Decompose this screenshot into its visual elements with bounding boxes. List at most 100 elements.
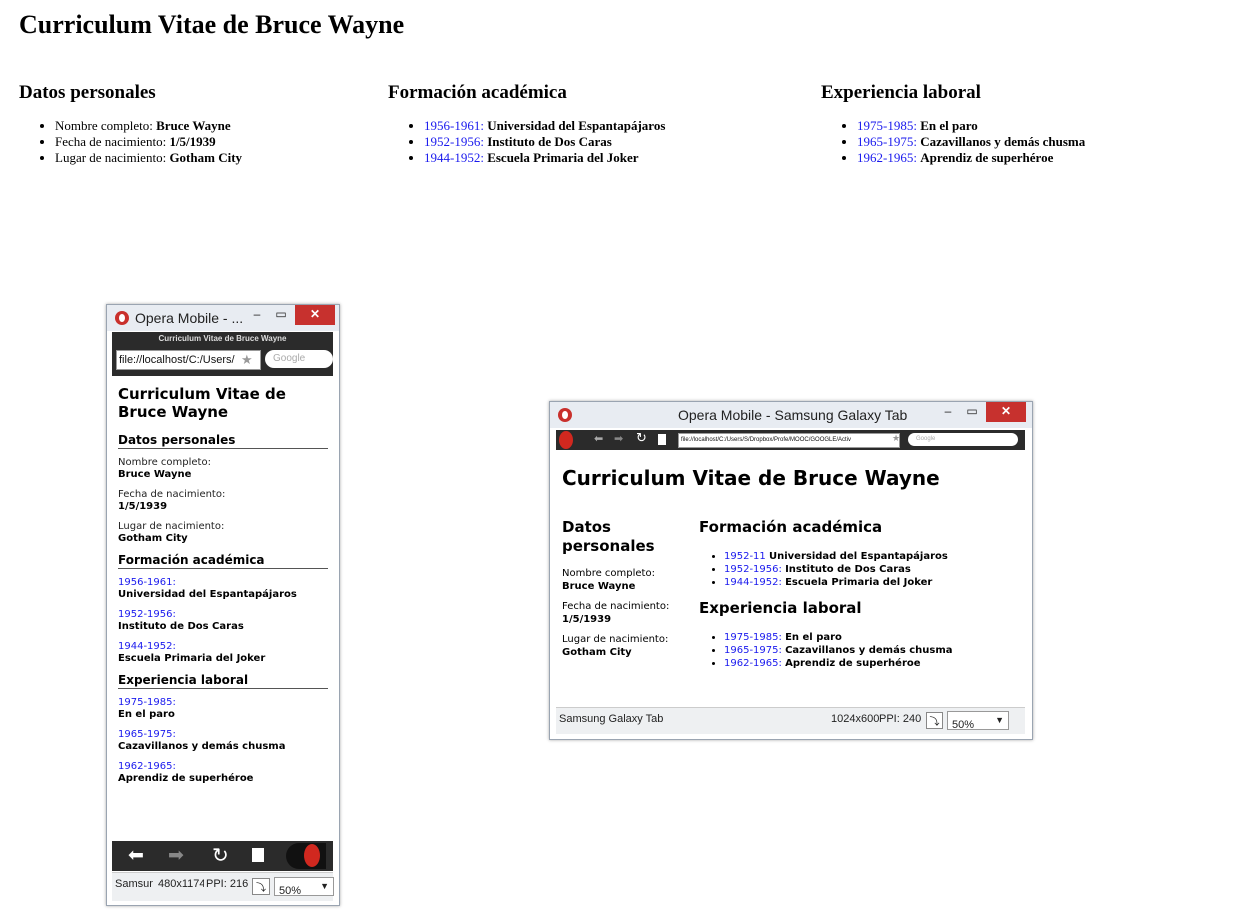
url-text: file://localhost/C:/Users/ (119, 354, 235, 366)
item-years: 1975-1985: (118, 697, 176, 708)
phone-titlebar[interactable]: Opera Mobile - ... – ▭ ✕ (107, 305, 339, 331)
item-label: Lugar de nacimiento: (562, 634, 669, 645)
item-label: Lugar de nacimiento: (55, 150, 167, 165)
opera-menu-button[interactable] (559, 431, 573, 449)
item-value: Aprendiz de superhéroe (785, 658, 921, 669)
bookmark-star-icon[interactable]: ★ (241, 352, 253, 368)
list-item: Lugar de nacimiento: Gotham City (118, 521, 328, 545)
item-years: 1952-1956: (724, 564, 782, 575)
item-value: Universidad del Espantapájaros (118, 589, 297, 600)
tablet-address-bar: ⬅ ➡ ↻ file://localhost/C:/Users/S/Dropbo… (556, 430, 1025, 450)
item-years: 1952-11 (724, 551, 766, 562)
opera-menu-button[interactable] (286, 843, 326, 869)
item-years: 1962-1965: (857, 150, 917, 165)
page-title: Curriculum Vitae de Bruce Wayne (19, 10, 405, 39)
list-item: 1965-1975: Cazavillanos y demás chusma (857, 134, 1085, 150)
item-years: 1952-1956: (424, 134, 484, 149)
item-value: Gotham City (562, 647, 632, 658)
item-value: Escuela Primaria del Joker (785, 577, 933, 588)
list-item: Nombre completo: Bruce Wayne (55, 118, 242, 134)
item-label: Nombre completo: (562, 568, 655, 579)
maximize-button[interactable]: ▭ (962, 402, 982, 422)
status-device: Samsung Galaxy Tab (559, 713, 664, 725)
tabs-icon[interactable] (252, 848, 264, 862)
tablet-work-heading: Experiencia laboral (699, 599, 862, 617)
item-years: 1944-1952: (424, 150, 484, 165)
tablet-search-field[interactable]: Google (908, 433, 1018, 446)
close-button[interactable]: ✕ (295, 305, 335, 325)
item-label: Nombre completo: (118, 457, 211, 468)
maximize-button[interactable]: ▭ (271, 305, 291, 325)
chevron-down-icon: ▼ (320, 881, 329, 891)
reload-icon[interactable]: ↻ (212, 843, 229, 867)
list-item: 1956-1961: Universidad del Espantapájaro… (424, 118, 665, 134)
list-item: 1944-1952: Escuela Primaria del Joker (424, 150, 665, 166)
item-value: Cazavillanos y demás chusma (785, 645, 953, 656)
item-label: Lugar de nacimiento: (118, 521, 225, 532)
tablet-personal-column: Datos personales Nombre completo: Bruce W… (562, 518, 682, 659)
forward-arrow-icon[interactable]: ➡ (614, 432, 623, 445)
phone-window-title: Opera Mobile - ... (135, 310, 244, 326)
phone-status-bar: Samsung 480x1174 PPI: 216 ⤵ 50% ▼ (112, 872, 334, 901)
list-item: 1975-1985: En el paro (724, 631, 1019, 644)
zoom-select[interactable]: 50% ▼ (274, 877, 334, 897)
tablet-url-field[interactable]: file://localhost/C:/Users/S/Dropbox/Prof… (678, 433, 900, 448)
list-item: 1952-1956: Instituto de Dos Caras (424, 134, 665, 150)
close-button[interactable]: ✕ (986, 402, 1026, 422)
list-item: Nombre completo: Bruce Wayne (118, 457, 328, 481)
rotate-icon[interactable]: ⤵ (252, 878, 270, 895)
work-heading: Experiencia laboral (821, 82, 981, 103)
item-years: 1956-1961: (424, 118, 484, 133)
phone-url-field[interactable]: file://localhost/C:/Users/ (116, 350, 261, 370)
opera-logo-icon (115, 311, 129, 325)
rotate-icon[interactable]: ⤵ (926, 712, 943, 729)
item-years: 1962-1965: (118, 761, 176, 772)
tablet-education-heading: Formación académica (699, 518, 883, 536)
status-resolution: 1024x600 (831, 713, 880, 725)
personal-list: Nombre completo: Bruce Wayne Fecha de na… (19, 118, 242, 166)
back-arrow-icon[interactable]: ⬅ (128, 844, 144, 866)
item-value: Gotham City (169, 150, 243, 165)
education-heading: Formación académica (388, 82, 567, 103)
minimize-button[interactable]: – (247, 305, 267, 325)
minimize-button[interactable]: – (938, 402, 958, 422)
status-resolution: 480x1174 (158, 878, 204, 890)
status-device: Samsung (115, 878, 153, 890)
phone-page-content: Curriculum Vitae de Bruce Wayne Datos pe… (118, 385, 328, 793)
bookmark-star-icon[interactable]: ★ (892, 433, 900, 444)
search-placeholder: Google (273, 353, 306, 364)
reload-icon[interactable]: ↻ (636, 431, 647, 446)
list-item: Fecha de nacimiento: 1/5/1939 (55, 134, 242, 150)
forward-arrow-icon[interactable]: ➡ (168, 844, 184, 866)
list-item: 1952-1956: Instituto de Dos Caras (724, 563, 1019, 576)
item-value: Instituto de Dos Caras (785, 564, 911, 575)
phone-education-heading: Formación académica (118, 553, 328, 569)
item-years: 1962-1965: (724, 658, 782, 669)
phone-work-heading: Experiencia laboral (118, 673, 328, 689)
item-value: 1/5/1939 (169, 134, 216, 149)
item-value: Bruce Wayne (156, 118, 231, 133)
item-years: 1965-1975: (118, 729, 176, 740)
item-value: Instituto de Dos Caras (487, 134, 612, 149)
list-item: 1952-11 Universidad del Espantapájaros (724, 550, 1019, 563)
phone-content-title: Curriculum Vitae de Bruce Wayne (118, 385, 286, 421)
phone-search-field[interactable]: Google (265, 350, 333, 368)
zoom-value: 50% (952, 719, 975, 731)
education-section: Formación académica 1956-1961: Universid… (388, 82, 665, 166)
personal-section: Datos personales Nombre completo: Bruce … (19, 82, 242, 166)
tablet-personal-heading: Datos personales (562, 518, 655, 555)
phone-address-bar: Curriculum Vitae de Bruce Wayne file://l… (112, 332, 333, 376)
list-item: 1962-1965: Aprendiz de superhéroe (857, 150, 1085, 166)
item-years: 1956-1961: (118, 577, 176, 588)
zoom-select[interactable]: 50% ▼ (947, 711, 1009, 731)
tablet-window-title: Opera Mobile - Samsung Galaxy Tab (678, 407, 908, 423)
tablet-titlebar[interactable]: Opera Mobile - Samsung Galaxy Tab – ▭ ✕ (550, 402, 1032, 428)
list-item: Fecha de nacimiento: 1/5/1939 (118, 489, 328, 513)
phone-nav-bar: ⬅ ➡ ↻ (112, 841, 333, 871)
tabs-icon[interactable] (658, 434, 666, 445)
back-arrow-icon[interactable]: ⬅ (594, 432, 603, 445)
tablet-page-content: Curriculum Vitae de Bruce Wayne (562, 466, 940, 490)
item-years: 1944-1952: (118, 641, 176, 652)
item-years: 1965-1975: (724, 645, 782, 656)
item-value: Aprendiz de superhéroe (118, 773, 254, 784)
